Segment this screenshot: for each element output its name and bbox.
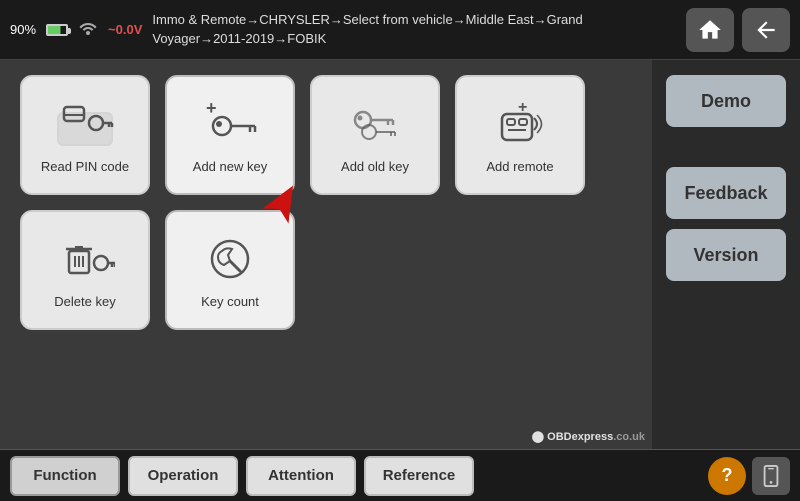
tab-reference[interactable]: Reference: [364, 456, 474, 496]
grid-row-1: Read PIN code + Add new key: [20, 75, 632, 195]
tab-attention[interactable]: Attention: [246, 456, 356, 496]
delete-key-label: Delete key: [54, 294, 115, 309]
key-count-icon: [200, 231, 260, 286]
version-button[interactable]: Version: [666, 229, 786, 281]
wifi-icon: [78, 19, 98, 40]
add-old-key-button[interactable]: Add old key: [310, 75, 440, 195]
demo-button[interactable]: Demo: [666, 75, 786, 127]
battery-icon: [46, 24, 68, 36]
top-bar: 90% ~0.0V Immo & Remote→CHRYSLER→Select …: [0, 0, 800, 60]
main-area: Read PIN code + Add new key: [0, 60, 800, 449]
bottom-bar: Function Operation Attention Reference ?: [0, 449, 800, 501]
grid-row-2: Delete key Key count: [20, 210, 632, 330]
battery-percent: 90%: [10, 22, 36, 37]
read-pin-button[interactable]: Read PIN code: [20, 75, 150, 195]
feedback-button[interactable]: Feedback: [666, 167, 786, 219]
add-old-key-icon: [345, 96, 405, 151]
read-pin-icon: [55, 96, 115, 151]
add-remote-label: Add remote: [486, 159, 553, 174]
home-button[interactable]: [686, 8, 734, 52]
add-remote-button[interactable]: + Add remote: [455, 75, 585, 195]
voltage-display: ~0.0V: [108, 22, 142, 37]
add-remote-icon: +: [490, 96, 550, 151]
help-button[interactable]: ?: [708, 457, 746, 495]
nav-buttons: [686, 8, 790, 52]
delete-key-button[interactable]: Delete key: [20, 210, 150, 330]
obd-domain: .co.uk: [613, 431, 645, 443]
add-new-key-label: Add new key: [193, 159, 267, 174]
content-area: Read PIN code + Add new key: [0, 60, 652, 449]
read-pin-label: Read PIN code: [41, 159, 129, 174]
key-count-button[interactable]: Key count: [165, 210, 295, 330]
key-count-label: Key count: [201, 294, 259, 309]
obd-logo-text: ⬤: [532, 431, 547, 443]
phone-button[interactable]: [752, 457, 790, 495]
breadcrumb: Immo & Remote→CHRYSLER→Select from vehic…: [142, 11, 686, 47]
status-area: 90% ~0.0V: [10, 19, 142, 40]
delete-key-icon: [55, 231, 115, 286]
obd-logo: ⬤ OBDexpress.co.uk: [532, 430, 645, 443]
tab-operation[interactable]: Operation: [128, 456, 238, 496]
help-area: ?: [708, 457, 790, 495]
back-button[interactable]: [742, 8, 790, 52]
svg-text:+: +: [206, 98, 217, 118]
obd-brand: OBDexpress: [547, 431, 613, 443]
add-new-key-icon: +: [200, 96, 260, 151]
tab-function[interactable]: Function: [10, 456, 120, 496]
sidebar: Demo Feedback Version: [652, 60, 800, 449]
add-old-key-label: Add old key: [341, 159, 409, 174]
add-new-key-button[interactable]: + Add new key: [165, 75, 295, 195]
